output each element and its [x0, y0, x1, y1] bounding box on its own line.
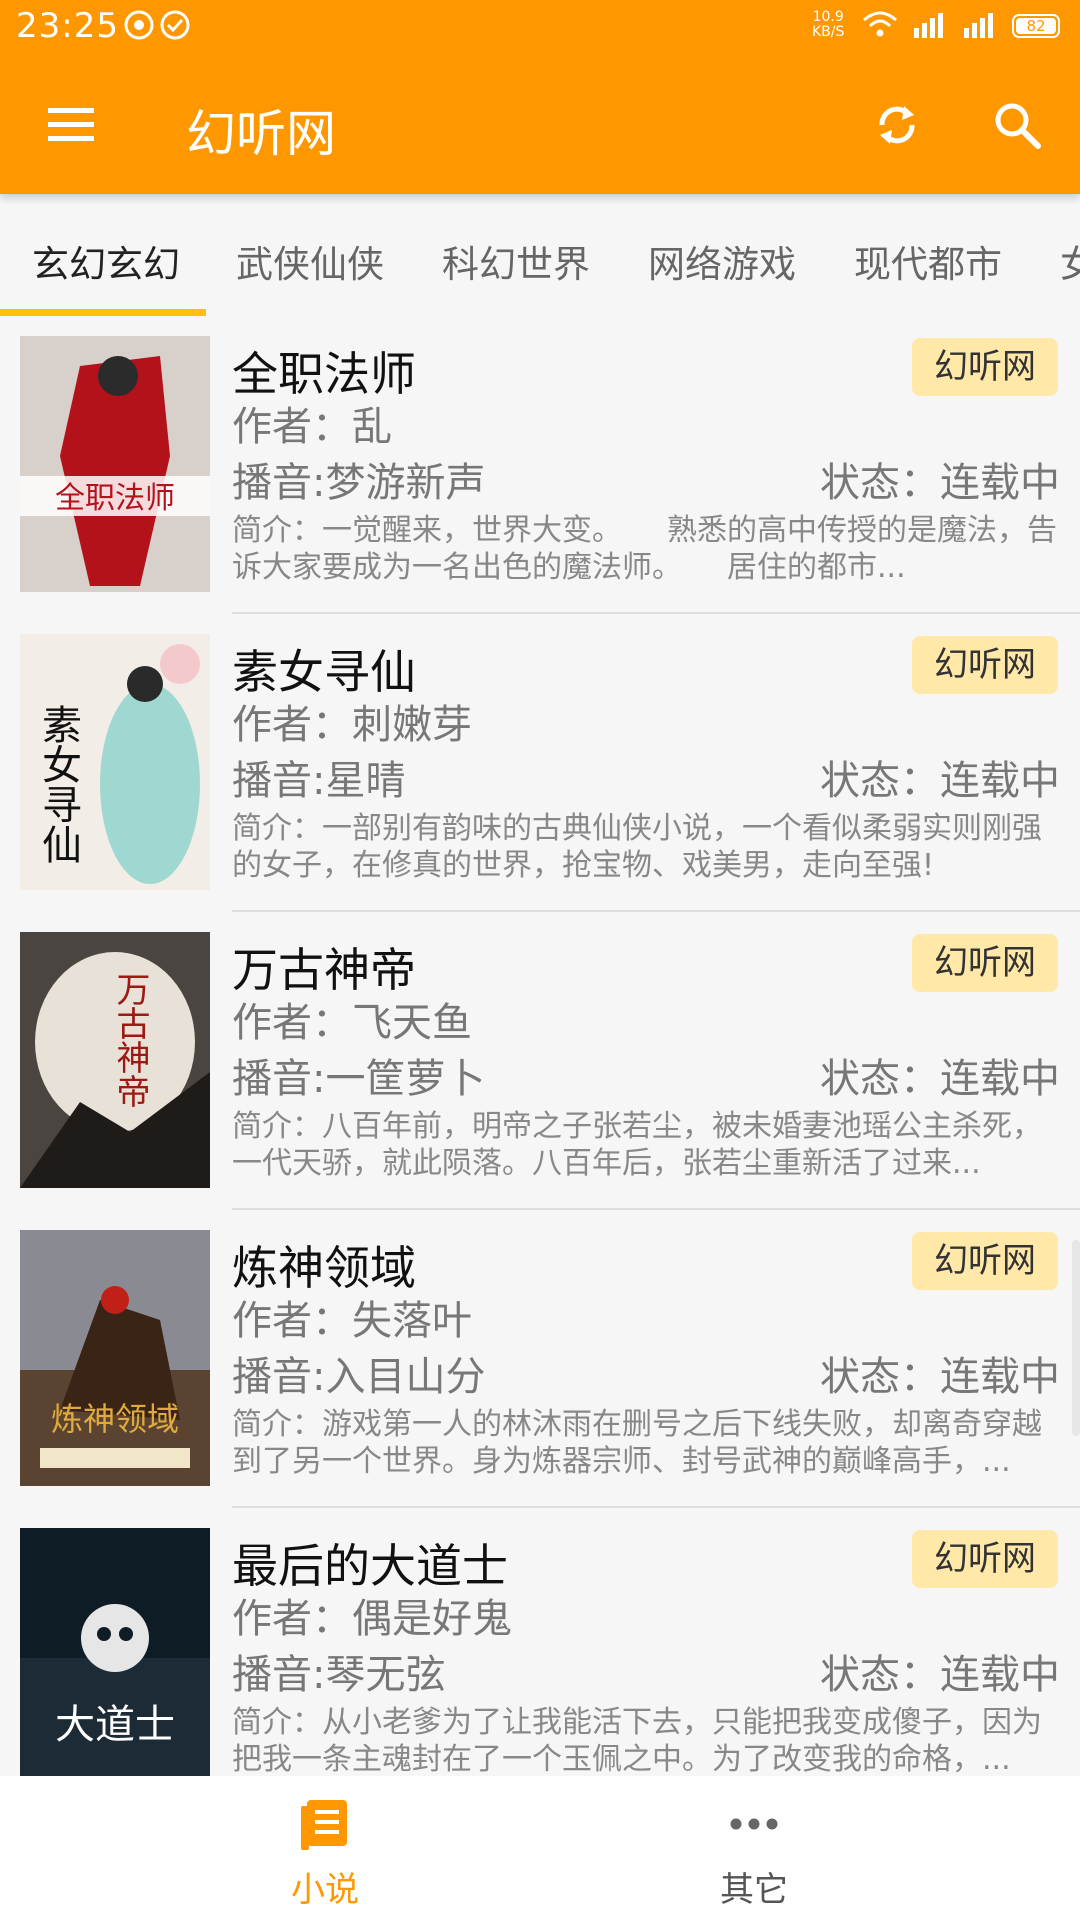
nav-novel[interactable]: 小说	[215, 1776, 435, 1920]
check-circle-icon	[160, 10, 190, 40]
book-list-icon	[301, 1800, 347, 1850]
cover-title: 炼神领域	[51, 1400, 179, 1438]
status-bar: 23:25 10.9 KB/S 82	[0, 0, 1080, 52]
book-narrator: 播音:琴无弦	[232, 1652, 446, 1698]
book-author: 作者：乱	[232, 404, 392, 450]
book-narrator: 播音:一筐萝卜	[232, 1056, 486, 1102]
search-icon[interactable]	[990, 98, 1044, 152]
book-narrator: 播音:梦游新声	[232, 460, 486, 506]
book-narrator: 播音:星晴	[232, 758, 406, 804]
cover-title: 大道士	[55, 1702, 175, 1748]
signal-icon	[964, 13, 993, 38]
book-status: 状态：连载中	[820, 1056, 1060, 1102]
list-item[interactable]: 全职法师 全职法师 幻听网 作者：乱 播音:梦游新声 状态：连载中 简介：一觉醒…	[0, 316, 1080, 614]
refresh-icon[interactable]	[870, 98, 924, 152]
tab-indicator	[0, 309, 206, 316]
book-author: 作者：偶是好鬼	[232, 1596, 512, 1642]
nav-novel-label: 小说	[291, 1870, 359, 1910]
book-cover: 万古神帝	[20, 932, 210, 1188]
list-item[interactable]: 万古神帝 万古神帝 幻听网 作者：飞天鱼 播音:一筐萝卜 状态：连载中 简介：八…	[0, 912, 1080, 1210]
menu-icon[interactable]	[46, 100, 96, 150]
book-status: 状态：连载中	[820, 758, 1060, 804]
toolbar: 幻听网	[0, 70, 1080, 180]
book-summary: 简介：一部别有韵味的古典仙侠小说，一个看似柔弱实则刚强的女子，在修真的世界，抢宝…	[232, 811, 1042, 883]
app-title: 幻听网	[186, 105, 336, 163]
category-tabs: 玄幻玄幻 武侠仙侠 科幻世界 网络游戏 现代都市 女	[0, 194, 1080, 316]
source-badge: 幻听网	[912, 1232, 1058, 1290]
nav-other[interactable]: 其它	[644, 1776, 864, 1920]
book-cover: 炼神领域	[20, 1230, 210, 1486]
book-cover: 大道士	[20, 1528, 210, 1784]
book-summary: 简介：从小老爹为了让我能活下去，只能把我变成傻子，因为把我一条主魂封在了一个玉佩…	[232, 1705, 1042, 1777]
scrollbar[interactable]	[1072, 1240, 1080, 1436]
list-item[interactable]: 素女寻仙 素女寻仙 幻听网 作者：刺嫩芽 播音:星晴 状态：连载中 简介：一部别…	[0, 614, 1080, 912]
signal-4g-icon	[914, 13, 943, 38]
status-time: 23:25	[16, 6, 119, 46]
book-cover: 全职法师	[20, 336, 210, 592]
bottom-nav: 小说 其它	[0, 1776, 1080, 1920]
book-author: 作者：失落叶	[232, 1298, 472, 1344]
book-author: 作者：刺嫩芽	[232, 702, 472, 748]
book-summary: 简介：一觉醒来，世界大变。 熟悉的高中传授的是魔法，告诉大家要成为一名出色的魔法…	[232, 513, 1057, 585]
source-badge: 幻听网	[912, 934, 1058, 992]
book-author: 作者：飞天鱼	[232, 1000, 472, 1046]
book-status: 状态：连载中	[820, 460, 1060, 506]
net-speed-value: 10.9	[812, 9, 844, 25]
tab-wangyou[interactable]: 网络游戏	[648, 234, 796, 288]
source-badge: 幻听网	[912, 1530, 1058, 1588]
book-summary: 简介：八百年前，明帝之子张若尘，被未婚妻池瑶公主杀死，一代天骄，就此陨落。八百年…	[232, 1109, 1042, 1181]
book-status: 状态：连载中	[820, 1652, 1060, 1698]
more-dots-icon	[730, 1818, 778, 1830]
tab-dushi[interactable]: 现代都市	[854, 234, 1002, 288]
app-header: 23:25 10.9 KB/S 82 幻听网	[0, 0, 1080, 194]
battery-icon: 82	[1012, 14, 1060, 38]
notification-circle-icon	[124, 10, 154, 40]
book-cover: 素女寻仙	[20, 634, 210, 890]
book-status: 状态：连载中	[820, 1354, 1060, 1400]
tab-wuxia[interactable]: 武侠仙侠	[236, 234, 384, 288]
tab-nv[interactable]: 女	[1060, 234, 1080, 288]
source-badge: 幻听网	[912, 338, 1058, 396]
tab-kehuan[interactable]: 科幻世界	[442, 234, 590, 288]
net-speed: 10.9 KB/S	[812, 10, 844, 40]
cover-title: 万古神帝	[110, 972, 150, 1108]
cover-title: 素女寻仙	[35, 704, 81, 864]
source-badge: 幻听网	[912, 636, 1058, 694]
list-item[interactable]: 炼神领域 炼神领域 幻听网 作者：失落叶 播音:入目山分 状态：连载中 简介：游…	[0, 1210, 1080, 1508]
battery-level: 82	[1026, 17, 1046, 35]
cover-title: 全职法师	[55, 481, 175, 516]
book-summary: 简介：游戏第一人的林沐雨在删号之后下线失败，却离奇穿越到了另一个世界。身为炼器宗…	[232, 1407, 1042, 1479]
net-speed-unit: KB/S	[812, 24, 845, 40]
nav-other-label: 其它	[720, 1870, 788, 1910]
book-narrator: 播音:入目山分	[232, 1354, 486, 1400]
tab-xuanhuan[interactable]: 玄幻玄幻	[32, 234, 180, 288]
list-item[interactable]: 大道士 最后的大道士 幻听网 作者：偶是好鬼 播音:琴无弦 状态：连载中 简介：…	[0, 1508, 1080, 1806]
wifi-icon	[863, 11, 897, 37]
